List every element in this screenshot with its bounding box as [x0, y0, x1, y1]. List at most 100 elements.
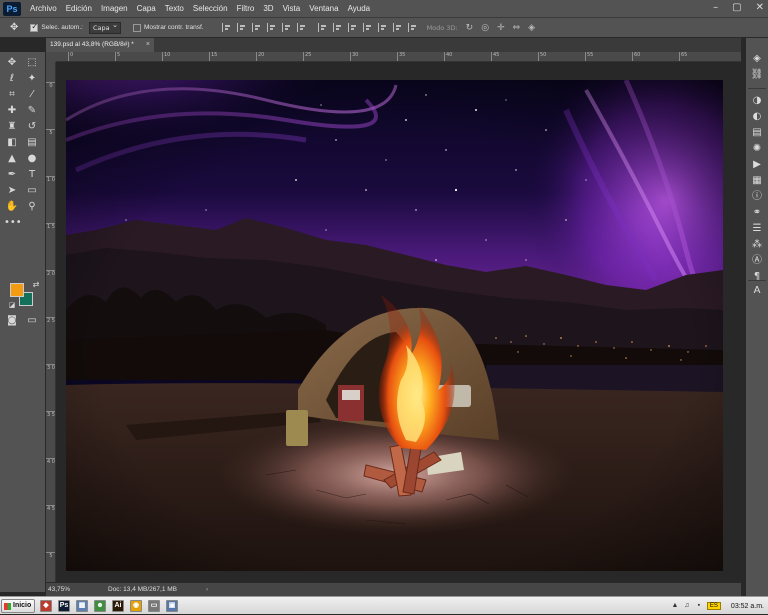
vertical-ruler[interactable]: 0 5 1 0 1 5 2 0 2 5 3 0 3 5 4 0 4 5 5: [46, 62, 56, 582]
ruler-origin[interactable]: [46, 52, 56, 62]
move-tool-icon[interactable]: ✥: [10, 22, 18, 33]
eraser-tool-icon[interactable]: ◧: [4, 136, 20, 150]
menu-imagen[interactable]: Imagen: [101, 4, 128, 13]
minimize-button[interactable]: –: [713, 2, 718, 13]
taskbar-app-brave[interactable]: ◆: [40, 600, 52, 612]
align-vcenter-icon[interactable]: [236, 23, 246, 32]
more-tools-icon[interactable]: •••: [4, 216, 22, 230]
properties-icon[interactable]: ☰: [750, 222, 764, 236]
document-tab[interactable]: 139.psd al 43,8% (RGB/8#) * ×: [46, 38, 154, 52]
crop-tool-icon[interactable]: ⌗: [4, 88, 20, 102]
adjustments-icon[interactable]: ◐: [750, 110, 764, 124]
clone-source-icon[interactable]: ⚭: [750, 206, 764, 220]
document-size-info[interactable]: Doc: 13,4 MB/267,1 MB: [108, 583, 177, 596]
taskbar-app-window[interactable]: ▭: [148, 600, 160, 612]
slide-3d-icon[interactable]: ⇔: [513, 23, 521, 33]
foreground-color-swatch[interactable]: [10, 283, 24, 297]
align-hcenter-icon[interactable]: [281, 23, 291, 32]
menu-edicion[interactable]: Edición: [66, 4, 92, 13]
distribute-top-icon[interactable]: [317, 23, 327, 32]
horizontal-ruler[interactable]: 0 5 10 15 20 25 30 35 40 45 50 55 60 65: [56, 52, 741, 62]
layers-icon[interactable]: ◈: [750, 52, 764, 66]
lasso-tool-icon[interactable]: ℓ: [4, 72, 20, 86]
channels-icon[interactable]: ⛓: [750, 68, 764, 82]
menu-capa[interactable]: Capa: [137, 4, 156, 13]
taskbar-app-illustrator[interactable]: Ai: [112, 600, 124, 612]
align-top-icon[interactable]: [221, 23, 231, 32]
align-left-icon[interactable]: [266, 23, 276, 32]
blur-tool-icon[interactable]: ▲: [4, 152, 20, 166]
menu-filtro[interactable]: Filtro: [237, 4, 255, 13]
healing-brush-tool-icon[interactable]: ✚: [4, 104, 20, 118]
volume-icon[interactable]: ♫: [683, 602, 691, 610]
taskbar-app-messenger[interactable]: ☻: [94, 600, 106, 612]
menu-seleccion[interactable]: Selección: [193, 4, 228, 13]
menu-ventana[interactable]: Ventana: [309, 4, 338, 13]
roll-3d-icon[interactable]: ◎: [481, 23, 489, 33]
quick-mask-icon[interactable]: ◙: [4, 314, 20, 328]
show-transform-checkbox[interactable]: [132, 23, 141, 32]
color-icon[interactable]: ◑: [750, 94, 764, 108]
brush-settings-icon[interactable]: ✺: [750, 142, 764, 156]
pan-3d-icon[interactable]: ✛: [497, 23, 505, 33]
auto-select-target-dropdown[interactable]: Capa: [88, 20, 121, 34]
distribute-left-icon[interactable]: [362, 23, 372, 32]
distribute-bottom-icon[interactable]: [347, 23, 357, 32]
type-tool-icon[interactable]: T: [24, 168, 40, 182]
taskbar-app-photoshop[interactable]: Ps: [58, 600, 70, 612]
dodge-tool-icon[interactable]: ●: [24, 152, 40, 166]
auto-align-icon[interactable]: [407, 23, 417, 32]
info-icon[interactable]: ⓘ: [750, 190, 764, 204]
pen-tool-icon[interactable]: ✒: [4, 168, 20, 182]
taskbar-app-viewer[interactable]: ▣: [166, 600, 178, 612]
zoom-tool-icon[interactable]: ⚲: [24, 200, 40, 214]
taskbar-app-explorer[interactable]: ▦: [76, 600, 88, 612]
hand-tool-icon[interactable]: ✋: [4, 200, 20, 214]
glyphs-icon[interactable]: A: [750, 284, 764, 298]
paths-icon[interactable]: ⁂: [750, 238, 764, 252]
scale-3d-icon[interactable]: ◈: [528, 23, 535, 33]
taskbar-app-chrome[interactable]: ◉: [130, 600, 142, 612]
distribute-right-icon[interactable]: [392, 23, 402, 32]
history-icon[interactable]: ▦: [750, 174, 764, 188]
distribute-vcenter-icon[interactable]: [332, 23, 342, 32]
status-menu-arrow[interactable]: ›: [206, 583, 208, 596]
orbit-3d-icon[interactable]: ↻: [466, 23, 474, 33]
clock[interactable]: 03:52 a.m.: [731, 603, 764, 610]
close-button[interactable]: ✕: [756, 2, 764, 13]
brush-tool-icon[interactable]: ✎: [24, 104, 40, 118]
language-badge[interactable]: ES: [706, 602, 721, 610]
magic-wand-tool-icon[interactable]: ✦: [24, 72, 40, 86]
align-right-icon[interactable]: [296, 23, 306, 32]
zoom-level[interactable]: 43,75%: [48, 583, 70, 596]
tray-expand-icon[interactable]: ▲: [671, 602, 679, 610]
history-brush-tool-icon[interactable]: ↺: [24, 120, 40, 134]
auto-select-checkbox[interactable]: [30, 22, 39, 32]
styles-icon[interactable]: ▤: [750, 126, 764, 140]
move-tool-icon[interactable]: ✥: [4, 56, 20, 70]
marquee-tool-icon[interactable]: ⬚: [24, 56, 40, 70]
menu-texto[interactable]: Texto: [165, 4, 184, 13]
document-canvas[interactable]: [66, 80, 723, 571]
paragraph-icon[interactable]: ¶: [750, 270, 764, 284]
menu-archivo[interactable]: Archivo: [30, 4, 57, 13]
close-tab-icon[interactable]: ×: [146, 38, 150, 52]
clone-stamp-tool-icon[interactable]: ♜: [4, 120, 20, 134]
screen-mode-icon[interactable]: ▭: [24, 314, 40, 328]
align-bottom-icon[interactable]: [251, 23, 261, 32]
menu-ayuda[interactable]: Ayuda: [348, 4, 371, 13]
actions-icon[interactable]: ▶: [750, 158, 764, 172]
start-button[interactable]: Inicio: [1, 599, 35, 613]
character-icon[interactable]: Ⓐ: [750, 254, 764, 268]
rectangle-tool-icon[interactable]: ▭: [24, 184, 40, 198]
distribute-hcenter-icon[interactable]: [377, 23, 387, 32]
default-colors-icon[interactable]: ◪: [4, 298, 20, 312]
maximize-button[interactable]: ▢: [732, 2, 741, 13]
network-icon[interactable]: ▪: [695, 602, 703, 610]
path-selection-tool-icon[interactable]: ➤: [4, 184, 20, 198]
menu-vista[interactable]: Vista: [283, 4, 301, 13]
gradient-tool-icon[interactable]: ▤: [24, 136, 40, 150]
menu-3d[interactable]: 3D: [263, 4, 273, 13]
swap-colors-icon[interactable]: ⇄: [28, 278, 44, 292]
eyedropper-tool-icon[interactable]: ⁄: [24, 88, 40, 102]
